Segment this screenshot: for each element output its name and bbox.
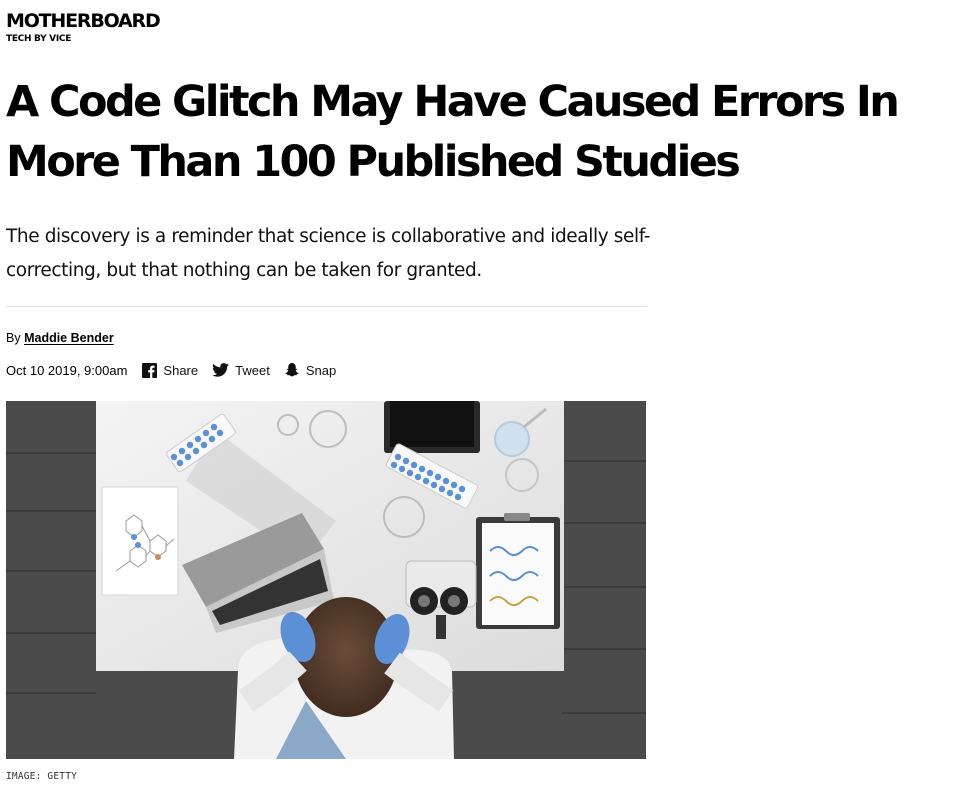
article-meta: Oct 10 2019, 9:00am Share Tweet Snap (6, 360, 350, 380)
publish-date: Oct 10 2019, 9:00am (6, 362, 128, 378)
twitter-icon (212, 363, 230, 377)
snapchat-icon (285, 363, 299, 377)
article-dek: The discovery is a reminder that science… (6, 226, 651, 281)
article-headline: A Code Glitch May Have Caused Errors In … (6, 72, 956, 192)
facebook-icon (142, 362, 158, 378)
share-label: Share (163, 362, 199, 378)
hero-image (6, 401, 646, 759)
snapchat-share-button[interactable]: Snap (284, 362, 336, 378)
headline-line-1: A Code Glitch May Have Caused Errors In (6, 77, 900, 127)
facebook-share-button[interactable]: Share (142, 362, 199, 378)
tweet-label: Tweet (235, 362, 270, 378)
headline-line-2: More Than 100 Published Studies (6, 137, 741, 187)
snap-label: Snap (305, 362, 337, 378)
image-credit: IMAGE: GETTY (6, 771, 78, 782)
lab-scene-illustration (6, 401, 646, 759)
byline: By Maddie Bender (6, 330, 114, 346)
divider (6, 306, 647, 307)
twitter-share-button[interactable]: Tweet (212, 363, 270, 378)
brand-tagline: TECH BY VICE (6, 34, 72, 44)
byline-prefix: By (6, 331, 21, 345)
author-link[interactable]: Maddie Bender (24, 331, 114, 345)
brand-logo[interactable]: MOTHERBOARD TECH BY VICE (6, 10, 161, 45)
brand-name: MOTHERBOARD (6, 10, 161, 32)
